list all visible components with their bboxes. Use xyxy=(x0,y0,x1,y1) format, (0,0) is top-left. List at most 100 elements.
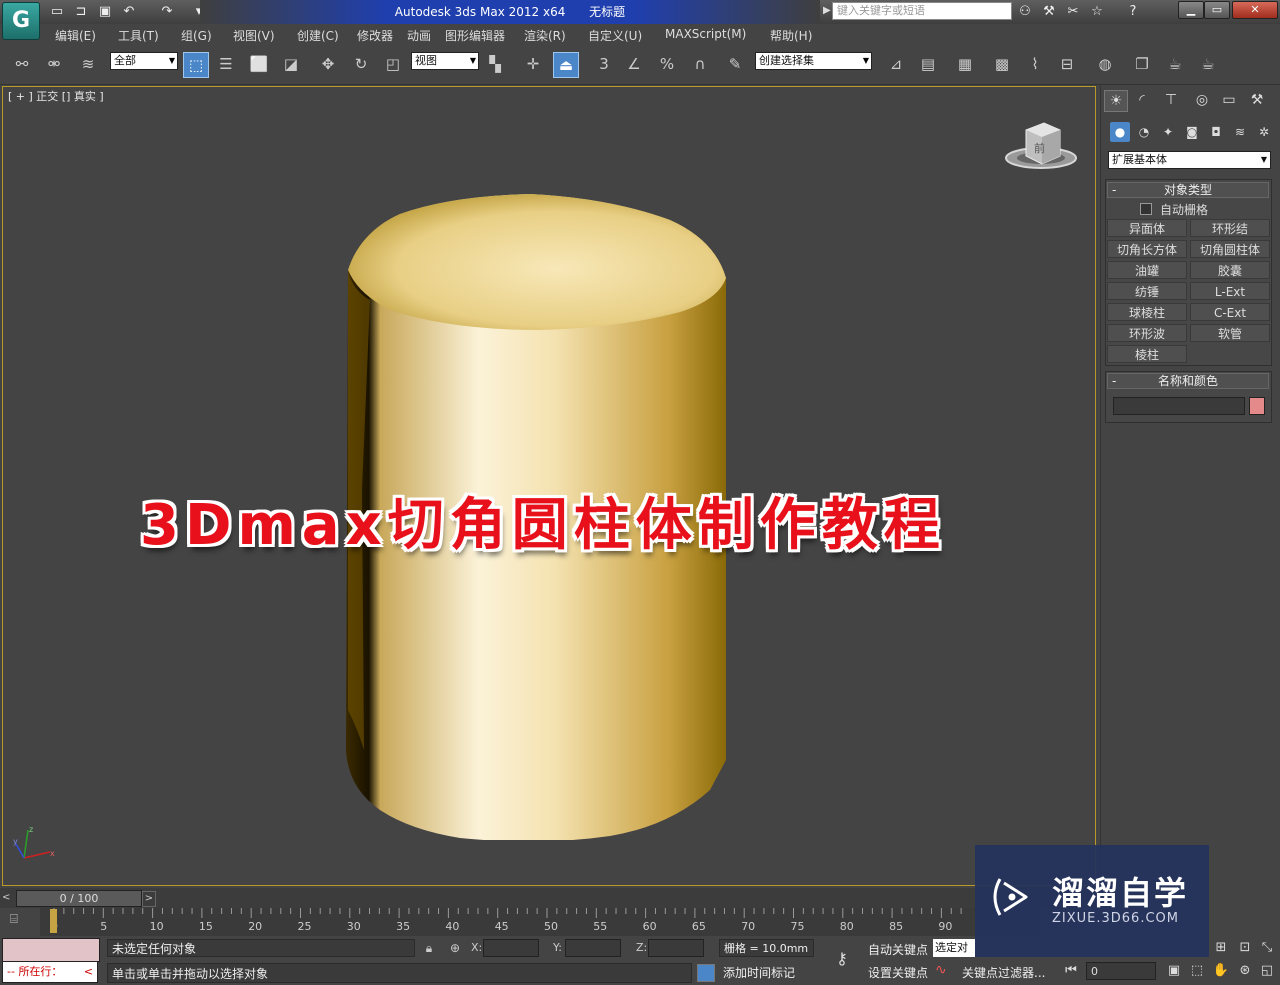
save-file-icon[interactable]: ▣ xyxy=(96,3,114,21)
link-icon[interactable]: ⚯ xyxy=(10,52,34,76)
absolute-relative-toggle-icon[interactable]: ⊕ xyxy=(447,940,463,956)
select-object-icon[interactable]: ⬚ xyxy=(183,52,209,78)
subscription-icon[interactable]: ✂ xyxy=(1064,3,1082,21)
open-file-icon[interactable]: ⊐ xyxy=(72,3,90,21)
field-of-view-icon[interactable]: ⬚ xyxy=(1188,962,1206,980)
zoom-extents-icon[interactable]: ⊡ xyxy=(1236,939,1254,957)
curve-editor-icon[interactable]: ⌇ xyxy=(1023,52,1047,76)
mirror-icon[interactable]: ⊿ xyxy=(884,52,908,76)
named-selection-dropdown[interactable]: 创建选择集 xyxy=(755,52,872,70)
prism-button[interactable]: 棱柱 xyxy=(1107,345,1187,363)
viewport-label[interactable]: [ + ] 正交 [] 真实 ] xyxy=(8,88,104,104)
menu-maxscript[interactable]: MAXScript(M) xyxy=(665,27,746,41)
y-coordinate-input[interactable] xyxy=(565,939,621,957)
object-color-swatch[interactable] xyxy=(1249,397,1265,415)
key-filters-button[interactable]: 关键点过滤器... xyxy=(962,964,1045,981)
set-key-button[interactable]: 设置关键点 xyxy=(868,964,928,981)
hierarchy-tab-icon[interactable]: ⊤ xyxy=(1160,90,1182,110)
schematic-view-icon[interactable]: ⊟ xyxy=(1055,52,1079,76)
x-coordinate-input[interactable] xyxy=(483,939,539,957)
menu-create[interactable]: 创建(C) xyxy=(297,27,339,44)
keyboard-shortcut-override-icon[interactable]: ⏏ xyxy=(553,52,579,78)
open-mini-curve-editor-icon[interactable]: ⌸ xyxy=(10,912,30,928)
redo-icon[interactable]: ↷ xyxy=(158,3,176,21)
subcategory-dropdown[interactable]: 扩展基本体 xyxy=(1108,151,1271,169)
name-color-rollout-header[interactable]: - 名称和颜色 xyxy=(1107,373,1269,389)
zoom-all-icon[interactable]: ⊞ xyxy=(1212,939,1230,957)
rendered-frame-window-icon[interactable]: ☕ xyxy=(1163,52,1187,76)
lights-category-icon[interactable]: ✦ xyxy=(1158,122,1178,142)
spindle-button[interactable]: 纺锤 xyxy=(1107,282,1187,300)
maximize-viewport-icon[interactable]: ◱ xyxy=(1258,962,1276,980)
time-tag-icon[interactable] xyxy=(697,964,715,982)
ringwave-button[interactable]: 环形波 xyxy=(1107,324,1187,342)
menu-animation[interactable]: 动画 xyxy=(407,27,431,44)
edit-named-selection-icon[interactable]: ✎ xyxy=(723,52,747,76)
time-slider-prev-icon[interactable]: < xyxy=(2,891,14,905)
key-filter-curve-icon[interactable]: ∿ xyxy=(935,962,955,982)
window-crossing-icon[interactable]: ◪ xyxy=(279,52,303,76)
menu-customize[interactable]: 自定义(U) xyxy=(588,27,642,44)
time-configuration-icon[interactable]: ⏮ xyxy=(1062,962,1080,980)
object-name-input[interactable] xyxy=(1113,397,1245,415)
search-input[interactable]: 键入关键字或短语 xyxy=(832,2,1012,20)
utilities-tab-icon[interactable]: ⚒ xyxy=(1246,90,1268,110)
l-ext-button[interactable]: L-Ext xyxy=(1190,282,1270,300)
menu-group[interactable]: 组(G) xyxy=(181,27,212,44)
motion-tab-icon[interactable]: ◎ xyxy=(1191,90,1213,110)
orbit-icon[interactable]: ⊛ xyxy=(1236,962,1254,980)
set-keys-key-icon[interactable]: ⚷ xyxy=(826,944,858,974)
gengon-button[interactable]: 球棱柱 xyxy=(1107,303,1187,321)
menu-graph-editors[interactable]: 图形编辑器 xyxy=(445,27,505,44)
mini-listener-output[interactable]: -- 所在行： < xyxy=(2,961,98,983)
graphite-tools-icon[interactable]: ▩ xyxy=(990,52,1014,76)
create-tab-icon[interactable]: ☀ xyxy=(1104,90,1128,112)
favorites-star-icon[interactable]: ☆ xyxy=(1088,3,1106,21)
chamfer-box-button[interactable]: 切角长方体 xyxy=(1107,240,1187,258)
spinner-snap-icon[interactable]: ∩ xyxy=(688,52,712,76)
space-warps-category-icon[interactable]: ≋ xyxy=(1230,122,1250,142)
menu-views[interactable]: 视图(V) xyxy=(233,27,275,44)
render-production-icon[interactable]: ☕ xyxy=(1196,52,1220,76)
percent-snap-icon[interactable]: % xyxy=(655,52,679,76)
snaps-toggle-icon[interactable]: 3 xyxy=(592,52,616,76)
hedra-button[interactable]: 异面体 xyxy=(1107,219,1187,237)
app-logo-icon[interactable]: G xyxy=(2,2,40,40)
capsule-button[interactable]: 胶囊 xyxy=(1190,261,1270,279)
new-file-icon[interactable]: ▭ xyxy=(48,3,66,21)
rectangular-selection-icon[interactable]: ⬜ xyxy=(247,52,271,76)
select-move-icon[interactable]: ✥ xyxy=(316,52,340,76)
menu-rendering[interactable]: 渲染(R) xyxy=(524,27,566,44)
time-slider-thumb[interactable]: 0 / 100 xyxy=(16,890,142,907)
helpers-category-icon[interactable]: ◘ xyxy=(1206,122,1226,142)
pan-view-icon[interactable]: ✋ xyxy=(1212,962,1230,980)
selection-filter-dropdown[interactable]: 全部 xyxy=(110,52,178,70)
help-icon[interactable]: ? xyxy=(1124,3,1142,21)
select-rotate-icon[interactable]: ↻ xyxy=(349,52,373,76)
oil-tank-button[interactable]: 油罐 xyxy=(1107,261,1187,279)
c-ext-button[interactable]: C-Ext xyxy=(1190,303,1270,321)
display-tab-icon[interactable]: ▭ xyxy=(1218,90,1240,110)
close-button[interactable]: ✕ xyxy=(1232,1,1278,19)
minimize-button[interactable]: ▁ xyxy=(1178,1,1204,19)
pivot-center-icon[interactable]: ▚ xyxy=(483,52,507,76)
time-slider-next-icon[interactable]: > xyxy=(142,891,156,907)
add-time-tag-button[interactable]: 添加时间标记 xyxy=(719,963,818,983)
menu-modifiers[interactable]: 修改器 xyxy=(357,27,393,44)
layer-manager-icon[interactable]: ▦ xyxy=(953,52,977,76)
communication-center-icon[interactable]: ⚒ xyxy=(1040,3,1058,21)
hose-button[interactable]: 软管 xyxy=(1190,324,1270,342)
current-frame-marker[interactable] xyxy=(50,909,57,933)
menu-edit[interactable]: 编辑(E) xyxy=(55,27,96,44)
time-slider[interactable] xyxy=(0,888,1096,908)
render-setup-icon[interactable]: ❐ xyxy=(1130,52,1154,76)
maximize-button[interactable]: ▭ xyxy=(1204,1,1230,19)
z-coordinate-input[interactable] xyxy=(648,939,704,957)
undo-icon[interactable]: ↶ xyxy=(120,3,138,21)
select-manipulate-icon[interactable]: ✛ xyxy=(521,52,545,76)
geometry-category-icon[interactable]: ● xyxy=(1110,122,1130,142)
chamfer-cyl-button[interactable]: 切角圆柱体 xyxy=(1190,240,1270,258)
current-frame-input[interactable]: 0 xyxy=(1086,962,1156,980)
maxscript-mini-listener[interactable] xyxy=(2,938,100,962)
menu-help[interactable]: 帮助(H) xyxy=(770,27,812,44)
